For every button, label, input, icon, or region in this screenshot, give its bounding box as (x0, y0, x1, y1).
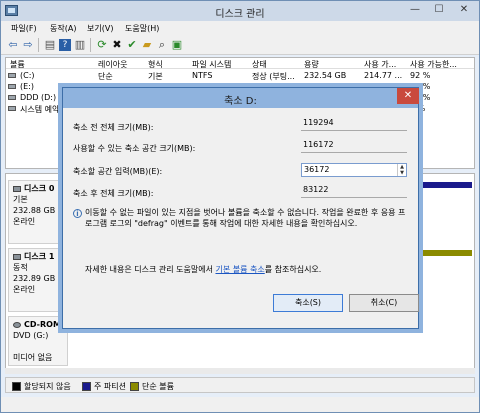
menu-view[interactable]: 보기(V) (87, 23, 113, 34)
help-prefix: 자세한 내용은 디스크 관리 도움말에서 (85, 265, 216, 274)
volume-capacity: 232.54 GB (304, 71, 347, 80)
dialog-body: 축소 전 전체 크기(MB): 119294 사용할 수 있는 축소 공간 크기… (63, 108, 419, 328)
disk-name: CD-ROM (24, 320, 61, 329)
shrink-amount-input[interactable]: 36172 ▲ ▼ (301, 163, 407, 177)
disk-name: 디스크 1 (24, 252, 55, 261)
total-size-after-label: 축소 후 전체 크기(MB): (73, 189, 154, 198)
help-link[interactable]: 기본 볼륨 축소 (215, 265, 264, 274)
info-icon: i (73, 209, 82, 218)
disk-0-label[interactable]: 디스크 0 기본 232.88 GB 온라인 (8, 180, 68, 244)
volume-list-header: 볼륨 레이아웃 형식 파일 시스템 상태 용량 사용 가... 사용 가능한..… (6, 58, 474, 69)
menu-bar: 파일(F) 동작(A) 보기(V) 도움말(H) (1, 21, 479, 35)
back-arrow-icon[interactable]: ⇦ (7, 39, 19, 51)
disk-type: DVD (G:) (13, 331, 49, 340)
shrink-dialog: 축소 D: ✕ 축소 전 전체 크기(MB): 119294 사용할 수 있는 … (62, 87, 419, 329)
maximize-button[interactable]: ☐ (427, 1, 451, 19)
spin-down-icon[interactable]: ▼ (398, 170, 406, 176)
help-suffix: 를 참조하십시오. (264, 265, 322, 274)
disk-state: 미디어 없음 (13, 353, 53, 362)
cdrom-label[interactable]: CD-ROM DVD (G:) 미디어 없음 (8, 316, 68, 366)
column-volume[interactable]: 볼륨 (10, 59, 25, 70)
column-filesystem[interactable]: 파일 시스템 (192, 59, 231, 70)
disk-type: 기본 (13, 195, 28, 204)
disk-state: 온라인 (13, 285, 36, 294)
legend-primary-swatch (82, 382, 91, 391)
disk-icon (13, 185, 21, 192)
list-icon[interactable]: ▥ (74, 39, 86, 51)
column-capacity[interactable]: 용량 (304, 59, 319, 70)
volume-fs: NTFS (192, 71, 213, 80)
shrink-button[interactable]: 축소(S) (273, 294, 343, 312)
total-size-before-label: 축소 전 전체 크기(MB): (73, 123, 154, 132)
status-bar (1, 397, 479, 412)
help-icon[interactable]: ? (59, 39, 71, 51)
volume-name: 시스템 예약 (20, 105, 60, 114)
legend-unallocated-swatch (12, 382, 21, 391)
settings-icon[interactable]: ▣ (171, 39, 183, 51)
column-free-space[interactable]: 사용 가... (364, 59, 396, 70)
dialog-title-bar: 축소 D: ✕ (63, 88, 419, 108)
horizontal-scrollbar[interactable] (5, 368, 475, 374)
shrink-amount-spinner[interactable]: ▲ ▼ (397, 164, 406, 176)
legend-simple-volume-swatch (130, 382, 139, 391)
volume-free: 214.77 ... (364, 71, 403, 80)
column-status[interactable]: 상태 (252, 59, 267, 70)
volume-name: (C:) (20, 71, 35, 80)
legend-simple-volume-label: 단순 볼륨 (142, 382, 174, 391)
shrink-amount-value: 36172 (304, 165, 330, 174)
volume-icon (8, 95, 16, 100)
disk-name: 디스크 0 (24, 184, 55, 193)
info-message: 이동할 수 없는 파일이 있는 지점을 벗어나 볼륨을 축소할 수 없습니다. … (85, 208, 406, 228)
disk-state: 온라인 (13, 217, 36, 226)
volume-row[interactable]: (C:) 단순 기본 NTFS 정상 (부팅... 232.54 GB 214.… (6, 70, 474, 81)
volume-name: (E:) (20, 82, 34, 91)
legend-unallocated-label: 할당되지 않음 (24, 382, 71, 391)
legend-bar: 할당되지 않음 주 파티션 단순 볼륨 (5, 377, 475, 393)
forward-arrow-icon[interactable]: ⇨ (22, 39, 34, 51)
toolbar: ⇦ ⇨ ▤ ? ▥ ⟳ ✖ ✔ ▰ ⌕ ▣ (1, 35, 479, 55)
shrink-amount-label: 축소할 공간 입력(MB)(E): (73, 167, 163, 176)
toolbar-separator (38, 38, 39, 52)
column-layout[interactable]: 레이아웃 (98, 59, 127, 70)
toolbar-separator (90, 38, 91, 52)
menu-action[interactable]: 동작(A) (50, 23, 76, 34)
check-icon[interactable]: ✔ (126, 39, 138, 51)
available-shrink-label: 사용할 수 있는 축소 공간 크기(MB): (73, 144, 196, 153)
volume-icon (8, 73, 16, 78)
open-folder-icon[interactable]: ▰ (141, 39, 153, 51)
close-button[interactable]: ✕ (451, 1, 477, 19)
total-size-before-value: 119294 (301, 117, 407, 131)
delete-icon[interactable]: ✖ (111, 39, 123, 51)
disk-1-label[interactable]: 디스크 1 동적 232.89 GB 온라인 (8, 248, 68, 312)
available-shrink-value: 116172 (301, 139, 407, 153)
find-icon[interactable]: ⌕ (156, 39, 168, 51)
dialog-title: 축소 D: (224, 96, 257, 107)
refresh-icon[interactable]: ⟳ (96, 39, 108, 51)
disk-size: 232.89 GB (13, 274, 56, 283)
disk-type: 동적 (13, 263, 28, 272)
properties-icon[interactable]: ▤ (44, 39, 56, 51)
legend-primary-label: 주 파티션 (94, 382, 126, 391)
title-bar: 디스크 관리 — ☐ ✕ (1, 1, 479, 21)
dialog-close-button[interactable]: ✕ (397, 88, 419, 104)
disk-size: 232.88 GB (13, 206, 56, 215)
cdrom-icon (13, 321, 21, 328)
volume-icon (8, 106, 16, 111)
column-type[interactable]: 형식 (148, 59, 163, 70)
disk-icon (13, 253, 21, 260)
total-size-after-value: 83122 (301, 184, 407, 198)
volume-free-percent: 92 % (410, 71, 431, 80)
menu-help[interactable]: 도움말(H) (125, 23, 159, 34)
cancel-button[interactable]: 취소(C) (349, 294, 419, 312)
volume-name: DDD (D:) (20, 93, 57, 102)
column-free-percent[interactable]: 사용 가능한... (410, 59, 457, 70)
volume-icon (8, 84, 16, 89)
help-message: 자세한 내용은 디스크 관리 도움말에서 기본 볼륨 축소를 참조하십시오. (85, 264, 411, 275)
menu-file[interactable]: 파일(F) (11, 23, 37, 34)
minimize-button[interactable]: — (403, 1, 427, 19)
